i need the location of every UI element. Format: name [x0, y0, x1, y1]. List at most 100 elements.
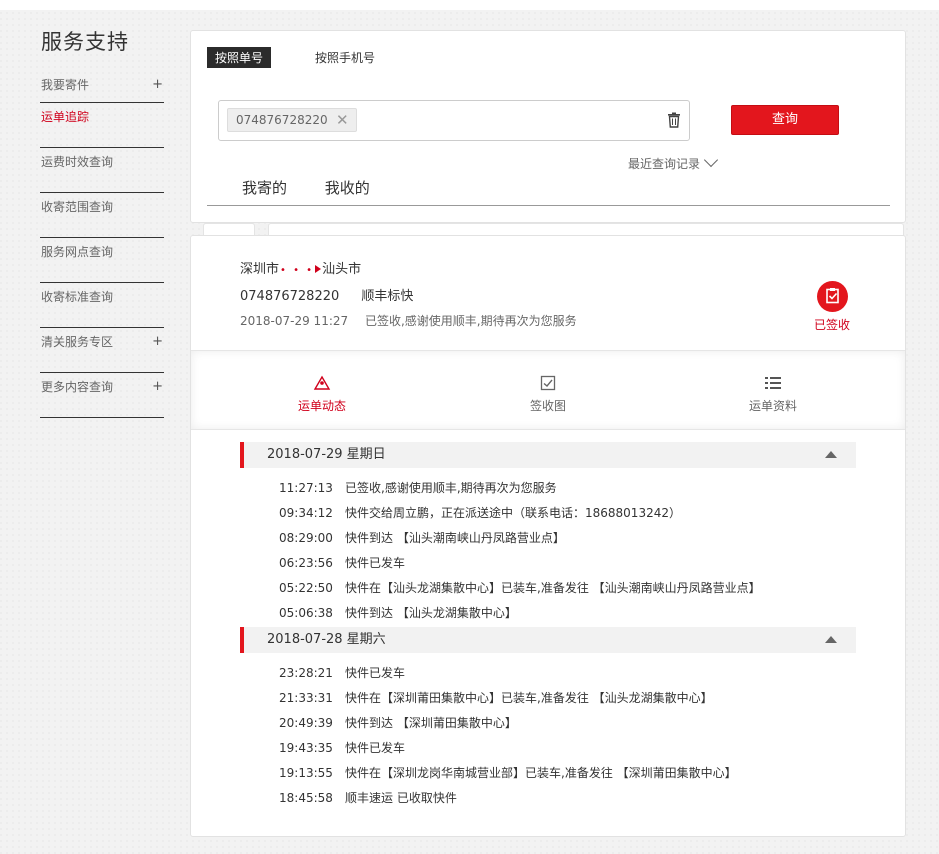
- tab-label: 运单资料: [748, 399, 797, 413]
- tab-by-waybill[interactable]: 按照单号: [207, 47, 272, 68]
- remove-chip-icon[interactable]: ✕: [336, 109, 349, 131]
- route: 深圳市• • • 汕头市: [240, 258, 361, 277]
- event-desc: 快件交给周立鹏，正在派送途中（联系电话：18688013242）: [345, 506, 681, 520]
- day-marker: [240, 627, 244, 653]
- event-time: 06:23:56: [279, 556, 333, 570]
- sidebar-item-tracking[interactable]: 运单追踪: [40, 103, 164, 148]
- event-row: 21:33:31 快件在【深圳莆田集散中心】已装车,准备发往 【汕头龙湖集散中心】: [279, 689, 713, 706]
- origin-city: 深圳市: [240, 262, 280, 277]
- destination-city: 汕头市: [322, 262, 362, 277]
- event-desc: 快件已发车: [345, 666, 406, 680]
- event-row: 08:29:00 快件到达 【汕头潮南峡山丹凤路营业点】: [279, 529, 565, 546]
- event-desc: 快件已发车: [345, 556, 406, 570]
- event-row: 23:28:21 快件已发车: [279, 664, 405, 681]
- sidebar-item-more[interactable]: 更多内容查询 +: [40, 373, 164, 418]
- sidebar-item-label: 更多内容查询: [41, 380, 114, 394]
- tab-signature-image[interactable]: 签收图: [498, 375, 598, 414]
- sidebar-item-label: 运单追踪: [41, 110, 90, 124]
- day-date: 2018-07-29 星期日: [267, 447, 386, 462]
- collapse-arrow-icon[interactable]: [825, 451, 837, 458]
- sidebar-item-label: 运费时效查询: [41, 155, 114, 169]
- event-desc: 快件在【深圳龙岗华南城营业部】已装车,准备发往 【深圳莆田集散中心】: [345, 766, 737, 780]
- tab-tracking-events[interactable]: 运单动态: [272, 375, 372, 414]
- event-time: 05:06:38: [279, 606, 333, 620]
- event-desc: 快件在【汕头龙湖集散中心】已装车,准备发往 【汕头潮南峡山丹凤路营业点】: [345, 581, 761, 595]
- expand-plus-icon[interactable]: +: [152, 76, 163, 93]
- sidebar-title: 服务支持: [41, 30, 129, 54]
- top-band: [0, 0, 939, 10]
- sidebar-item-fee-time[interactable]: 运费时效查询: [40, 148, 164, 193]
- trash-icon[interactable]: [667, 112, 681, 128]
- sidebar-item-label: 清关服务专区: [41, 335, 114, 349]
- event-row: 19:13:55 快件在【深圳龙岗华南城营业部】已装车,准备发往 【深圳莆田集散中…: [279, 764, 737, 781]
- event-desc: 快件到达 【深圳莆田集散中心】: [345, 716, 517, 730]
- tab-my-sent[interactable]: 我寄的: [242, 179, 287, 197]
- signed-clipboard-icon: [816, 281, 848, 312]
- tracking-result-card: 深圳市• • • 汕头市 074876728220 顺丰标快 2018-07-29…: [190, 235, 906, 837]
- event-row: 11:27:13 已签收,感谢使用顺丰,期待再次为您服务: [279, 479, 557, 496]
- event-row: 06:23:56 快件已发车: [279, 554, 405, 571]
- waybill-info: 074876728220 顺丰标快: [240, 285, 413, 304]
- divider: [207, 205, 890, 206]
- event-desc: 快件到达 【汕头龙湖集散中心】: [345, 606, 517, 620]
- event-row: 05:06:38 快件到达 【汕头龙湖集散中心】: [279, 604, 517, 621]
- expand-plus-icon[interactable]: +: [152, 378, 163, 395]
- event-time: 18:45:58: [279, 791, 333, 805]
- sidebar-item-send[interactable]: 我要寄件 +: [40, 74, 164, 103]
- waybill-search-input[interactable]: 074876728220 ✕: [218, 100, 690, 141]
- event-desc: 顺丰速运 已收取快件: [345, 791, 457, 805]
- sidebar-item-label: 收寄范围查询: [41, 200, 114, 214]
- event-time: 21:33:31: [279, 691, 333, 705]
- event-desc: 快件到达 【汕头潮南峡山丹凤路营业点】: [345, 531, 565, 545]
- signed-status: 已签收: [811, 281, 853, 333]
- sidebar-item-customs[interactable]: 清关服务专区 +: [40, 328, 164, 373]
- tab-my-received[interactable]: 我收的: [325, 179, 370, 197]
- collapse-arrow-icon[interactable]: [825, 636, 837, 643]
- event-time: 05:22:50: [279, 581, 333, 595]
- query-button[interactable]: 查询: [731, 105, 839, 135]
- event-time: 09:34:12: [279, 506, 333, 520]
- event-desc: 快件已发车: [345, 741, 406, 755]
- day-marker: [240, 442, 244, 468]
- search-card: 按照单号 按照手机号 074876728220 ✕ 查询 最近查询记录 我寄的 …: [190, 30, 906, 223]
- expand-plus-icon[interactable]: +: [152, 333, 163, 350]
- chevron-down-icon: [703, 152, 719, 168]
- event-time: 11:27:13: [279, 481, 333, 495]
- sidebar-item-coverage[interactable]: 收寄范围查询: [40, 193, 164, 238]
- event-row: 19:43:35 快件已发车: [279, 739, 405, 756]
- sidebar-item-label: 服务网点查询: [41, 245, 114, 259]
- latest-message: 已签收,感谢使用顺丰,期待再次为您服务: [364, 314, 577, 328]
- day-date: 2018-07-28 星期六: [267, 632, 386, 647]
- day-header: 2018-07-29 星期日: [240, 442, 856, 468]
- signature-image-icon: [498, 375, 598, 393]
- event-row: 18:45:58 顺丰速运 已收取快件: [279, 789, 457, 806]
- tab-label: 运单动态: [297, 399, 346, 413]
- sidebar-item-standards[interactable]: 收寄标准查询: [40, 283, 164, 328]
- event-row: 09:34:12 快件交给周立鹏，正在派送途中（联系电话：18688013242）: [279, 504, 681, 521]
- recent-queries-toggle[interactable]: 最近查询记录: [628, 152, 719, 172]
- tab-label: 签收图: [529, 399, 566, 413]
- sidebar: 服务支持 我要寄件 + 运单追踪 运费时效查询 收寄范围查询 服务网点查询 收寄…: [40, 26, 164, 418]
- tab-waybill-info[interactable]: 运单资料: [723, 375, 823, 414]
- recent-queries-label: 最近查询记录: [628, 157, 701, 171]
- service-type: 顺丰标快: [361, 289, 414, 304]
- waybill-number: 074876728220: [240, 289, 340, 304]
- route-arrow-icon: [315, 265, 322, 273]
- sidebar-item-outlets[interactable]: 服务网点查询: [40, 238, 164, 283]
- route-dots: • • •: [280, 265, 315, 276]
- event-desc: 快件在【深圳莆田集散中心】已装车,准备发往 【汕头龙湖集散中心】: [345, 691, 713, 705]
- event-desc: 已签收,感谢使用顺丰,期待再次为您服务: [345, 481, 557, 495]
- list-icon: [723, 375, 823, 393]
- tab-by-phone[interactable]: 按照手机号: [315, 49, 375, 66]
- event-time: 23:28:21: [279, 666, 333, 680]
- event-row: 05:22:50 快件在【汕头龙湖集散中心】已装车,准备发往 【汕头潮南峡山丹凤路…: [279, 579, 761, 596]
- signed-label: 已签收: [813, 318, 850, 332]
- event-row: 20:49:39 快件到达 【深圳莆田集散中心】: [279, 714, 517, 731]
- day-header: 2018-07-28 星期六: [240, 627, 856, 653]
- route-pin-icon: [272, 375, 372, 393]
- waybill-chip-text: 074876728220: [236, 113, 328, 127]
- event-time: 08:29:00: [279, 531, 333, 545]
- event-time: 19:43:35: [279, 741, 333, 755]
- latest-status: 2018-07-29 11:27 已签收,感谢使用顺丰,期待再次为您服务: [240, 312, 577, 329]
- waybill-chip: 074876728220 ✕: [227, 108, 357, 132]
